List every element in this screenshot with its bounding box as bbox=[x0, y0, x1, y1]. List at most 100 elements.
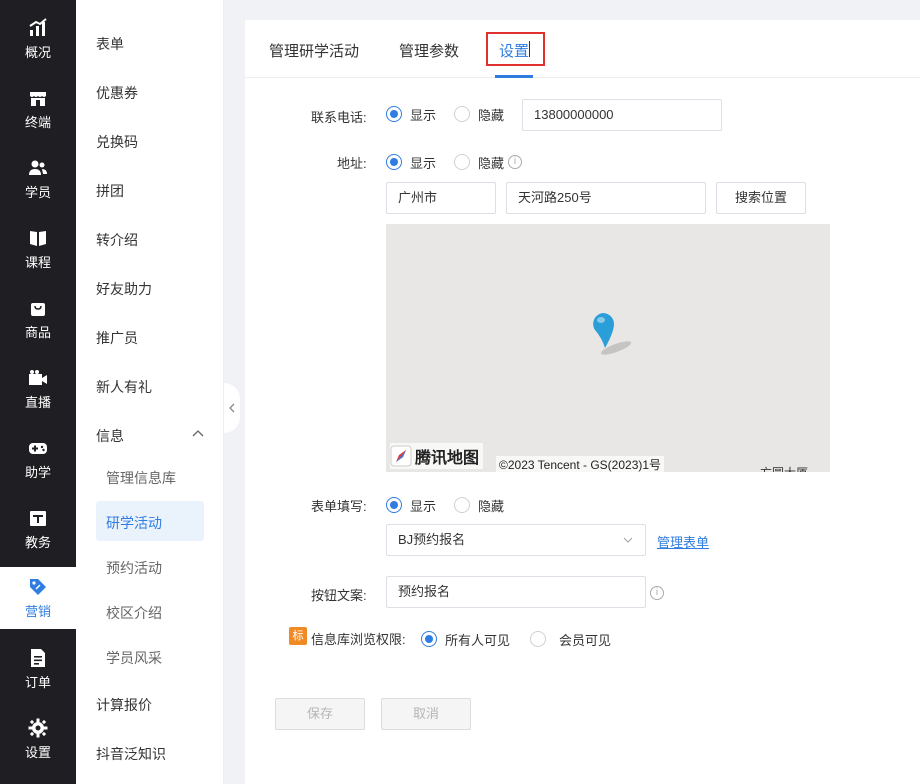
nav-label: 学员 bbox=[24, 185, 51, 200]
phone-show-radio[interactable] bbox=[386, 106, 402, 122]
map-logo: 腾讯地图 bbox=[390, 443, 484, 469]
button-text-input[interactable]: 预约报名 bbox=[386, 576, 646, 608]
chevron-down-icon bbox=[623, 537, 633, 543]
address-hide-radio[interactable] bbox=[454, 154, 470, 170]
tag-icon bbox=[27, 576, 49, 598]
nav-terminal[interactable]: 终端 bbox=[0, 74, 76, 144]
nav-goods[interactable]: 商品 bbox=[0, 284, 76, 354]
phone-hide-label[interactable]: 隐藏 bbox=[478, 105, 504, 124]
nav-label: 营销 bbox=[24, 604, 51, 619]
submenu-item-coupon[interactable]: 优惠券 bbox=[96, 83, 138, 103]
gamepad-icon bbox=[27, 437, 49, 459]
form-fill-hide-radio[interactable] bbox=[454, 497, 470, 513]
gear-icon bbox=[27, 717, 49, 739]
order-icon bbox=[27, 647, 49, 669]
nav-overview[interactable]: 概况 bbox=[0, 4, 76, 74]
users-icon bbox=[27, 157, 49, 179]
address-show-radio[interactable] bbox=[386, 154, 402, 170]
nav-settings[interactable]: 设置 bbox=[0, 704, 76, 774]
permission-member-radio[interactable] bbox=[530, 631, 546, 647]
submenu-item-redeem-code[interactable]: 兑换码 bbox=[96, 132, 138, 152]
info-icon[interactable]: i bbox=[650, 586, 664, 600]
permission-all-radio[interactable] bbox=[421, 631, 437, 647]
phone-show-label[interactable]: 显示 bbox=[410, 105, 436, 124]
phone-input[interactable]: 13800000000 bbox=[522, 99, 722, 131]
nav-academic[interactable]: 教务 bbox=[0, 494, 76, 564]
nav-marketing[interactable]: 营销 bbox=[0, 567, 76, 629]
street-input[interactable]: 天河路250号 bbox=[506, 182, 706, 214]
submenu-sub-info-library[interactable]: 管理信息库 bbox=[106, 468, 176, 488]
map-place-label: 方圆大厦 bbox=[760, 464, 808, 472]
map-pin-icon bbox=[593, 313, 632, 355]
nav-orders[interactable]: 订单 bbox=[0, 634, 76, 704]
chevron-up-icon[interactable] bbox=[192, 428, 204, 440]
tab-manage-study-tours[interactable]: 管理研学活动 bbox=[269, 40, 359, 61]
cancel-button[interactable]: 取消 bbox=[381, 698, 471, 730]
address-label: 地址: bbox=[337, 156, 367, 171]
form-fill-label: 表单填写: bbox=[311, 499, 367, 514]
tab-manage-params[interactable]: 管理参数 bbox=[399, 40, 459, 61]
calendar-icon bbox=[27, 507, 49, 529]
submenu-item-quote[interactable]: 计算报价 bbox=[96, 695, 152, 715]
form-select-value: BJ预约报名 bbox=[398, 532, 466, 547]
permission-all-label[interactable]: 所有人可见 bbox=[445, 630, 510, 649]
nav-live[interactable]: 直播 bbox=[0, 354, 76, 424]
phone-label: 联系电话: bbox=[311, 110, 367, 125]
main-panel: 管理研学活动 管理参数 设置 联系电话: 显示 隐藏 13800000000 地… bbox=[245, 20, 920, 784]
address-show-label[interactable]: 显示 bbox=[410, 153, 436, 172]
nav-label: 终端 bbox=[24, 115, 51, 130]
permission-badge: 标 bbox=[289, 627, 307, 645]
nav-courses[interactable]: 课程 bbox=[0, 214, 76, 284]
book-icon bbox=[27, 227, 49, 249]
info-icon[interactable]: i bbox=[508, 155, 522, 169]
form-fill-hide-label[interactable]: 隐藏 bbox=[478, 496, 504, 515]
submenu-item-douyin[interactable]: 抖音泛知识 bbox=[96, 744, 166, 764]
bag-icon bbox=[27, 297, 49, 319]
form-select[interactable]: BJ预约报名 bbox=[386, 524, 646, 556]
permission-member-label[interactable]: 会员可见 bbox=[559, 630, 611, 649]
compass-icon bbox=[390, 445, 412, 467]
nav-students[interactable]: 学员 bbox=[0, 144, 76, 214]
submenu-sub-appointment[interactable]: 预约活动 bbox=[106, 558, 162, 578]
nav-assist[interactable]: 助学 bbox=[0, 424, 76, 494]
nav-label: 订单 bbox=[24, 675, 51, 690]
left-nav: 概况 终端 学员 课程 商品 直播 助学 教务 营销 订单 设置 bbox=[0, 0, 76, 784]
tab-bar: 管理研学活动 管理参数 设置 bbox=[245, 20, 920, 78]
video-icon bbox=[27, 367, 49, 389]
chevron-left-icon bbox=[229, 403, 235, 413]
form-fill-show-label[interactable]: 显示 bbox=[410, 496, 436, 515]
nav-label: 教务 bbox=[24, 535, 51, 550]
nav-label: 助学 bbox=[24, 465, 51, 480]
tab-active-underline bbox=[495, 75, 533, 78]
permission-label: 信息库浏览权限: bbox=[311, 632, 406, 647]
phone-hide-radio[interactable] bbox=[454, 106, 470, 122]
collapse-submenu-handle[interactable] bbox=[224, 383, 240, 433]
submenu-item-group-buy[interactable]: 拼团 bbox=[96, 181, 124, 201]
address-hide-label[interactable]: 隐藏 bbox=[478, 153, 504, 172]
nav-label: 商品 bbox=[24, 325, 51, 340]
marketing-submenu: 表单 优惠券 兑换码 拼团 转介绍 好友助力 推广员 新人有礼 信息 管理信息库… bbox=[76, 0, 224, 784]
tab-highlight-box bbox=[486, 32, 545, 66]
search-location-button[interactable]: 搜索位置 bbox=[716, 182, 806, 214]
form-fill-show-radio[interactable] bbox=[386, 497, 402, 513]
submenu-item-form[interactable]: 表单 bbox=[96, 34, 124, 54]
submenu-sub-campus-intro[interactable]: 校区介绍 bbox=[106, 603, 162, 623]
map-view[interactable]: 腾讯地图 ©2023 Tencent - GS(2023)1号 方圆大厦 bbox=[386, 224, 830, 472]
submenu-item-newcomer-gift[interactable]: 新人有礼 bbox=[96, 377, 152, 397]
nav-label: 直播 bbox=[24, 395, 51, 410]
save-button[interactable]: 保存 bbox=[275, 698, 365, 730]
submenu-item-friend-help[interactable]: 好友助力 bbox=[96, 279, 152, 299]
manage-form-link[interactable]: 管理表单 bbox=[657, 532, 709, 551]
chart-icon bbox=[27, 17, 49, 39]
map-logo-text: 腾讯地图 bbox=[415, 450, 480, 467]
nav-label: 课程 bbox=[24, 255, 51, 270]
submenu-item-referral[interactable]: 转介绍 bbox=[96, 230, 138, 250]
submenu-sub-study-tour[interactable]: 研学活动 bbox=[106, 513, 162, 533]
map-copyright: ©2023 Tencent - GS(2023)1号 bbox=[496, 456, 665, 472]
store-icon bbox=[27, 87, 49, 109]
button-text-label: 按钮文案: bbox=[311, 588, 367, 603]
submenu-item-promoter[interactable]: 推广员 bbox=[96, 328, 138, 348]
submenu-sub-student-style[interactable]: 学员风采 bbox=[106, 648, 162, 668]
submenu-item-info[interactable]: 信息 bbox=[96, 426, 124, 446]
city-input[interactable]: 广州市 bbox=[386, 182, 496, 214]
